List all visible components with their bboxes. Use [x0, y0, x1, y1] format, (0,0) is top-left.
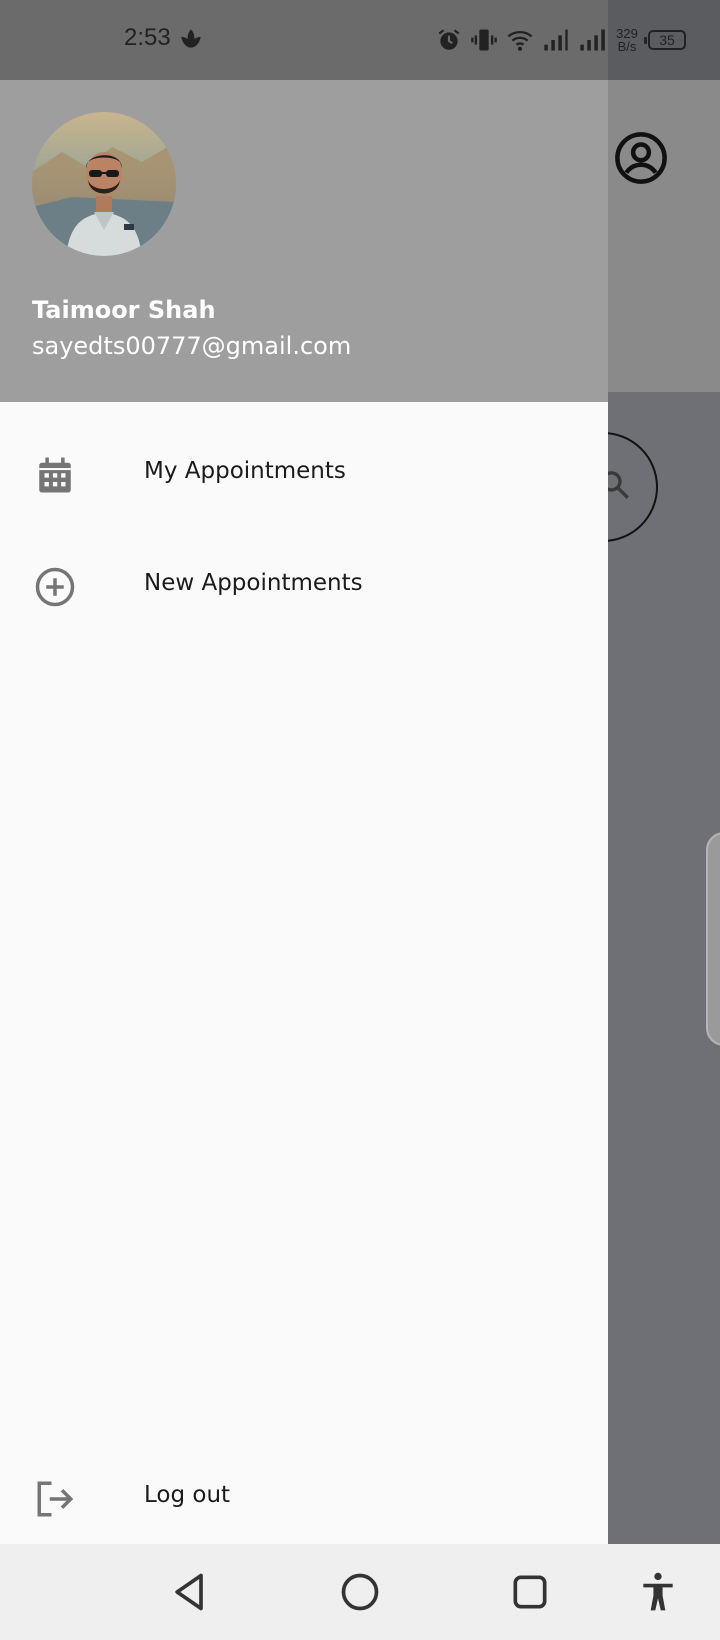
vibrate-icon — [471, 29, 497, 51]
signal-icon — [544, 29, 568, 51]
alarm-icon — [438, 29, 460, 50]
status-time: 2:53 — [124, 24, 171, 51]
battery-indicator: 35 — [644, 30, 686, 50]
drawer-item-label: New Appointments — [144, 570, 363, 596]
leaf-icon — [181, 29, 201, 48]
background-card — [706, 832, 720, 1046]
system-navigation-bar — [0, 1544, 720, 1640]
network-speed: 329 B/s — [616, 26, 638, 54]
back-icon[interactable] — [168, 1570, 212, 1614]
navigation-drawer: Taimoor Shah sayedts00777@gmail.com My A… — [0, 80, 608, 1544]
signal-icon — [580, 29, 605, 51]
add-circle-icon — [35, 567, 75, 607]
avatar[interactable] — [32, 112, 176, 256]
wifi-icon — [507, 30, 533, 51]
status-icons: 329 B/s 35 — [436, 22, 686, 58]
status-bar: 2:53 329 B/s 35 — [0, 0, 720, 80]
home-icon[interactable] — [338, 1570, 382, 1614]
drawer-item-logout[interactable]: Log out — [0, 1442, 608, 1554]
accessibility-icon[interactable] — [636, 1570, 680, 1614]
recents-icon[interactable] — [508, 1570, 552, 1614]
logout-icon — [37, 1481, 74, 1517]
account-circle-icon — [615, 132, 667, 184]
calendar-icon — [39, 457, 71, 493]
drawer-item-my-appointments[interactable]: My Appointments — [0, 418, 608, 530]
drawer-item-new-appointments[interactable]: New Appointments — [0, 530, 608, 642]
drawer-item-label: Log out — [144, 1482, 231, 1508]
drawer-header: Taimoor Shah sayedts00777@gmail.com — [0, 80, 608, 402]
drawer-item-label: My Appointments — [144, 458, 346, 484]
user-name: Taimoor Shah — [32, 296, 216, 324]
user-email: sayedts00777@gmail.com — [32, 332, 352, 360]
